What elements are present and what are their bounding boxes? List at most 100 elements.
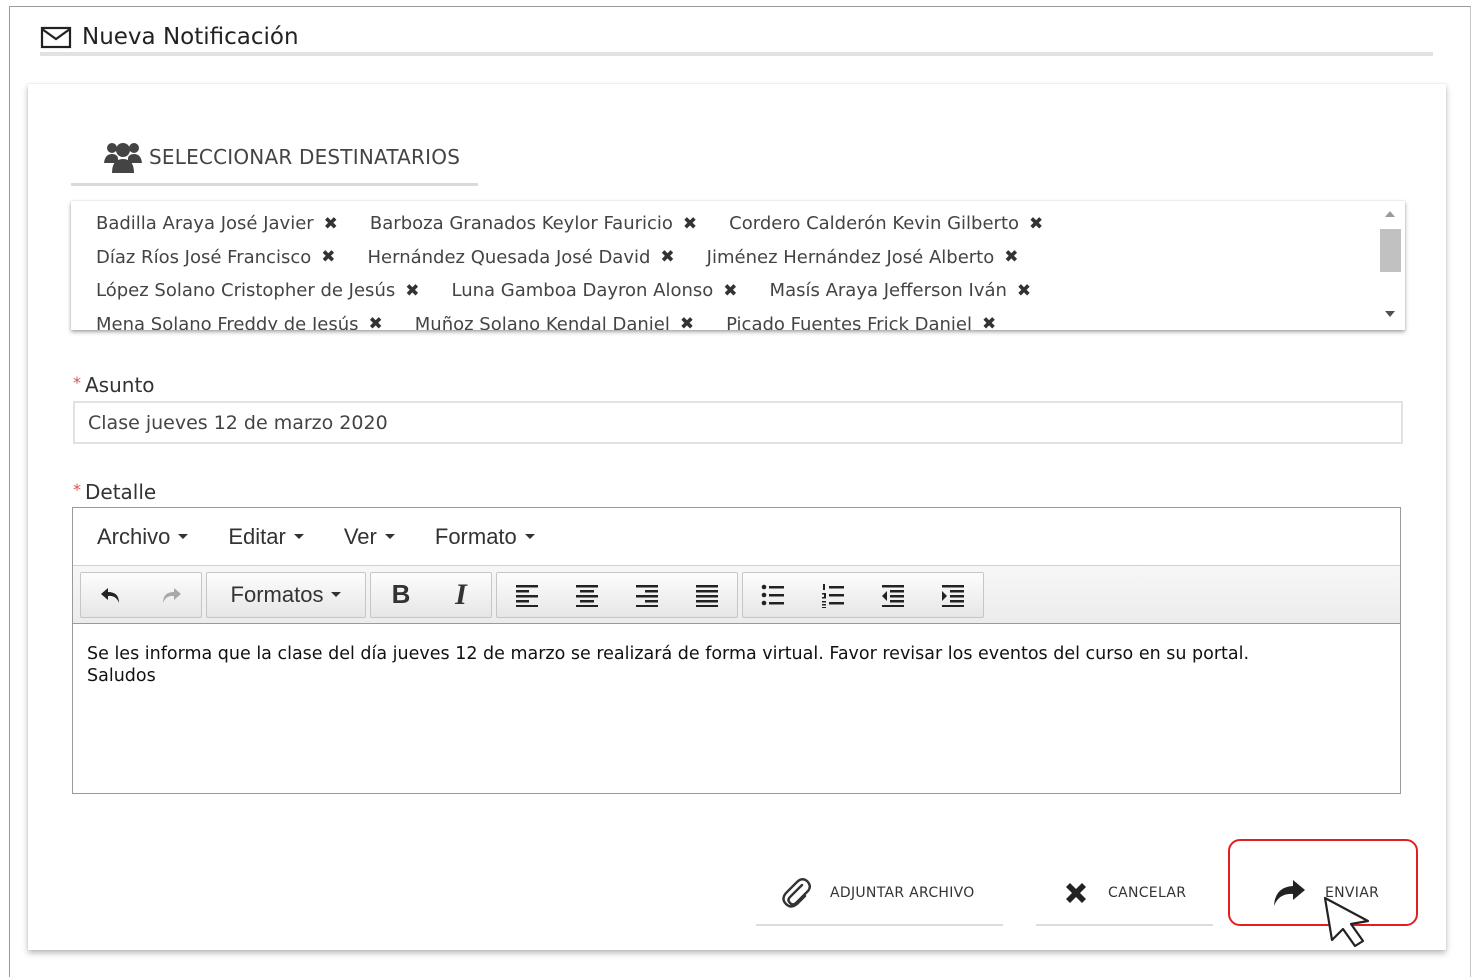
caret-down-icon [524,534,535,539]
align-left-button[interactable] [497,573,557,617]
menu-label: Editar [228,523,286,549]
required-mark: * [73,373,81,392]
undo-icon [101,587,119,603]
cancel-button[interactable]: CANCELAR [1036,860,1213,926]
rich-text-editor: Archivo Editar Ver Formato Formatos B I [72,507,1401,794]
recipients-box[interactable]: Badilla Araya José Javier ✖ Barboza Grana… [71,201,1405,330]
scroll-up-arrow-icon[interactable] [1385,211,1395,217]
remove-recipient-icon[interactable]: ✖ [680,314,694,330]
cancel-label: CANCELAR [1108,885,1187,901]
outdent-icon [882,584,904,607]
recipient-name: Badilla Araya José Javier [96,213,314,235]
recipient-chip: Mena Solano Freddy de Jesús ✖ [96,314,383,330]
detail-label: * Detalle [73,480,156,504]
recipient-chip: Hernández Quesada José David ✖ [368,247,675,268]
scroll-down-arrow-icon[interactable] [1385,311,1395,317]
attach-file-button[interactable]: ADJUNTAR ARCHIVO [756,860,1003,926]
recipient-chip: Barboza Granados Keylor Fauricio ✖ [370,213,697,234]
align-right-icon [636,584,658,607]
remove-recipient-icon[interactable]: ✖ [1004,247,1018,267]
remove-recipient-icon[interactable]: ✖ [321,247,335,267]
editor-content[interactable]: Se les informa que la clase del día juev… [73,624,1400,687]
paperclip-icon [782,878,811,908]
formats-label: Formatos [230,581,324,607]
recipient-chip: Díaz Ríos José Francisco ✖ [96,247,336,268]
recipients-list: Badilla Araya José Javier ✖ Barboza Grana… [96,207,1366,330]
recipient-name: Picado Fuentes Frick Daniel [726,313,972,330]
required-mark: * [73,480,81,499]
recipient-chip: Muñoz Solano Kendal Daniel ✖ [415,314,694,330]
mouse-pointer-icon [1323,896,1370,948]
remove-recipient-icon[interactable]: ✖ [723,281,737,301]
recipient-row: Badilla Araya José Javier ✖ Barboza Grana… [96,207,1366,241]
editor-line: Saludos [87,666,156,686]
recipient-chip: López Solano Cristopher de Jesús ✖ [96,280,419,301]
menu-editar[interactable]: Editar [228,523,304,550]
formats-dropdown[interactable]: Formatos [207,573,365,617]
attach-underline [756,924,1003,926]
list-group [742,571,984,618]
remove-recipient-icon[interactable]: ✖ [660,247,674,267]
recipient-name: López Solano Cristopher de Jesús [96,280,396,302]
recipient-name: Hernández Quesada José David [367,246,651,268]
caret-down-icon [331,592,342,597]
recipient-chip: Picado Fuentes Frick Daniel ✖ [726,314,996,330]
recipient-chip: Cordero Calderón Kevin Gilberto ✖ [729,213,1043,234]
remove-recipient-icon[interactable]: ✖ [324,214,338,234]
align-left-icon [516,584,538,607]
close-icon [1066,883,1086,903]
remove-recipient-icon[interactable]: ✖ [683,214,697,234]
align-group [496,571,738,618]
style-group: B I [370,571,492,618]
align-center-button[interactable] [557,573,617,617]
cancel-underline [1036,924,1213,926]
numbered-list-button[interactable] [803,573,863,617]
recipient-chip: Badilla Araya José Javier ✖ [96,213,338,234]
editor-menubar: Archivo Editar Ver Formato [73,508,1400,566]
remove-recipient-icon[interactable]: ✖ [982,314,996,330]
menu-formato[interactable]: Formato [435,524,535,550]
recipient-name: Jiménez Hernández José Alberto [706,246,995,268]
recipients-scrollbar[interactable] [1379,205,1401,325]
recipient-chip: Luna Gamboa Dayron Alonso ✖ [451,280,737,301]
caret-down-icon [178,534,189,539]
menu-label: Formato [434,523,517,549]
outdent-button[interactable] [863,573,923,617]
envelope-icon [40,26,72,49]
remove-recipient-icon[interactable]: ✖ [405,281,419,301]
remove-recipient-icon[interactable]: ✖ [1017,281,1031,301]
subject-input[interactable]: Clase jueves 12 de marzo 2020 [73,401,1403,444]
indent-button[interactable] [923,573,983,617]
select-recipients-tab[interactable]: SELECCIONAR DESTINATARIOS [71,130,478,186]
menu-label: Ver [343,523,377,549]
justify-icon [696,584,718,607]
caret-down-icon [384,534,395,539]
caret-down-icon [293,534,304,539]
editor-line: Se les informa que la clase del día juev… [87,644,1250,664]
menu-archivo[interactable]: Archivo [97,524,189,550]
italic-button[interactable]: I [431,573,491,617]
scroll-thumb[interactable] [1380,229,1401,272]
editor-toolbar: Formatos B I [73,566,1400,624]
recipient-chip: Jiménez Hernández José Alberto ✖ [707,247,1019,268]
bold-button[interactable]: B [371,573,431,617]
justify-button[interactable] [677,573,737,617]
page-header: Nueva Notificación [40,20,299,54]
indent-icon [942,584,964,607]
subject-label-text: Asunto [85,373,155,397]
header-divider [40,52,1433,56]
recipient-row: Díaz Ríos José Francisco ✖ Hernández Ques… [96,241,1366,275]
formats-group: Formatos [206,571,366,618]
redo-button[interactable] [141,573,201,617]
remove-recipient-icon[interactable]: ✖ [1029,214,1043,234]
align-right-button[interactable] [617,573,677,617]
recipient-name: Masís Araya Jefferson Iván [769,280,1007,302]
recipient-name: Díaz Ríos José Francisco [96,246,312,268]
bullet-list-button[interactable] [743,573,803,617]
undo-button[interactable] [81,573,141,617]
subject-label: * Asunto [73,373,155,397]
menu-ver[interactable]: Ver [344,524,395,550]
recipient-name: Muñoz Solano Kendal Daniel [414,313,670,330]
remove-recipient-icon[interactable]: ✖ [369,314,383,330]
recipient-name: Barboza Granados Keylor Fauricio [369,213,673,235]
